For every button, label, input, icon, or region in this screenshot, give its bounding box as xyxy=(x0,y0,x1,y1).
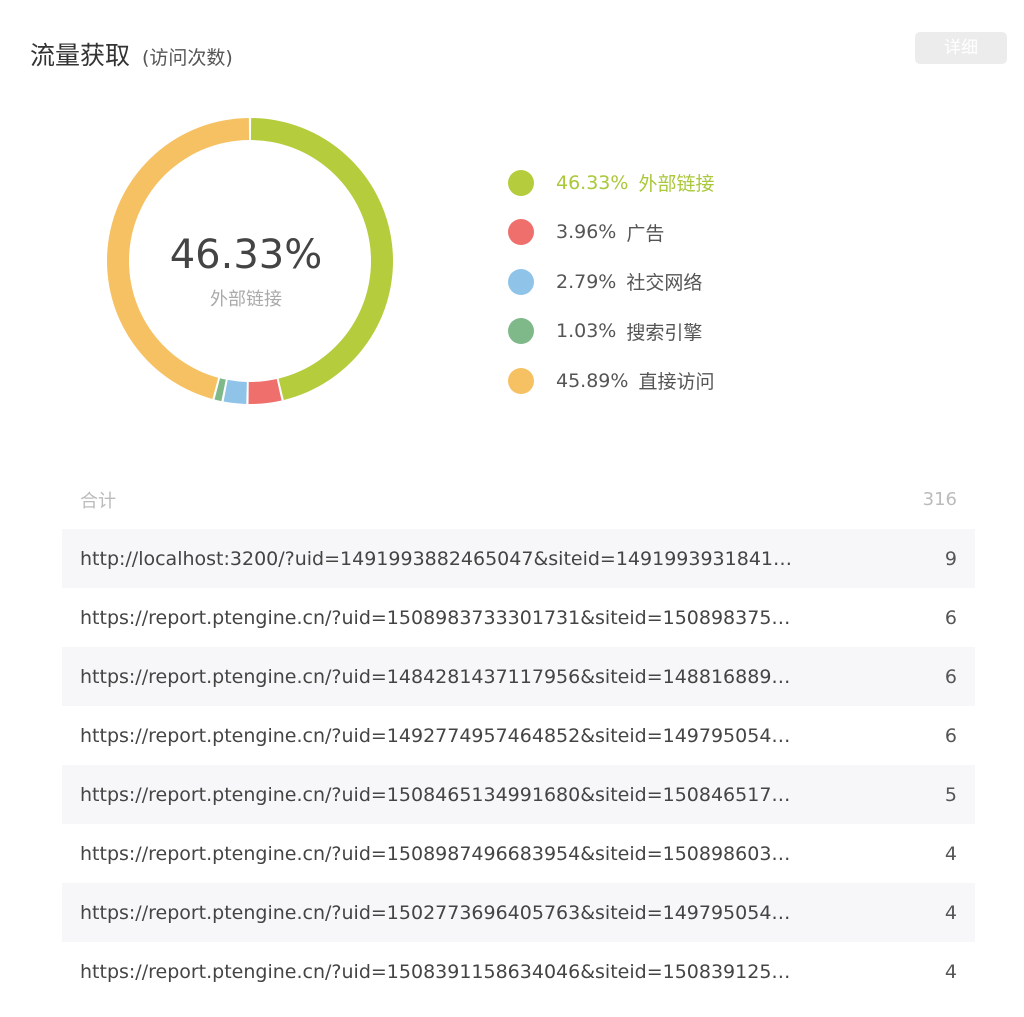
legend-item[interactable]: 1.03% 搜索引擎 xyxy=(508,307,714,357)
row-url[interactable]: https://report.ptengine.cn/?uid=15084651… xyxy=(80,784,800,806)
legend-item[interactable]: 2.79% 社交网络 xyxy=(508,257,714,307)
traffic-table: 合计 316 http://localhost:3200/?uid=149199… xyxy=(62,470,975,1001)
row-count: 5 xyxy=(944,783,957,806)
total-value: 316 xyxy=(922,489,957,510)
row-count: 6 xyxy=(944,724,957,747)
legend-percent: 45.89% xyxy=(556,369,629,392)
row-count: 4 xyxy=(944,901,957,924)
legend-dot xyxy=(508,219,534,246)
row-url[interactable]: https://report.ptengine.cn/?uid=15083911… xyxy=(80,961,800,983)
donut-center-label: 外部链接 xyxy=(210,289,282,310)
title-subtitle: (访问次数) xyxy=(141,47,233,69)
total-label: 合计 xyxy=(80,490,116,512)
total-row: 合计 316 xyxy=(62,470,975,529)
detail-button[interactable]: 详细 xyxy=(915,32,1007,64)
row-count: 6 xyxy=(944,665,957,688)
row-url[interactable]: http://localhost:3200/?uid=1491993882465… xyxy=(80,548,792,570)
table-row[interactable]: https://report.ptengine.cn/?uid=15027736… xyxy=(62,883,975,942)
table-row[interactable]: https://report.ptengine.cn/?uid=14842814… xyxy=(62,647,975,706)
row-count: 9 xyxy=(944,547,957,570)
table-row[interactable]: http://localhost:3200/?uid=1491993882465… xyxy=(62,529,975,588)
legend-percent: 1.03% xyxy=(556,320,617,343)
row-count: 6 xyxy=(944,606,957,629)
page-title: 流量获取 (访问次数) xyxy=(30,36,233,72)
legend-label: 广告 xyxy=(626,222,665,245)
legend-percent: 46.33% xyxy=(556,171,629,194)
legend-dot xyxy=(508,169,534,196)
legend-item[interactable]: 46.33% 外部链接 xyxy=(508,158,714,208)
row-url[interactable]: https://report.ptengine.cn/?uid=15089874… xyxy=(80,843,800,865)
legend-item[interactable]: 45.89% 直接访问 xyxy=(508,356,714,406)
row-count: 4 xyxy=(944,842,957,865)
legend-item[interactable]: 3.96% 广告 xyxy=(508,208,714,258)
donut-segment[interactable] xyxy=(223,379,247,404)
legend-percent: 2.79% xyxy=(556,270,617,293)
table-row[interactable]: https://report.ptengine.cn/?uid=15089837… xyxy=(62,588,975,647)
table-row[interactable]: https://report.ptengine.cn/?uid=14927749… xyxy=(62,706,975,765)
legend-label: 社交网络 xyxy=(626,272,703,295)
row-url[interactable]: https://report.ptengine.cn/?uid=15089837… xyxy=(80,607,800,629)
legend-dot xyxy=(508,318,534,345)
table-row[interactable]: https://report.ptengine.cn/?uid=15083911… xyxy=(62,942,975,1001)
donut-segment[interactable] xyxy=(248,379,282,404)
legend-label: 外部链接 xyxy=(638,173,715,196)
row-count: 4 xyxy=(944,960,957,983)
title-text: 流量获取 xyxy=(30,41,131,70)
row-url[interactable]: https://report.ptengine.cn/?uid=15027736… xyxy=(80,902,800,924)
legend-label: 搜索引擎 xyxy=(626,321,703,344)
row-url[interactable]: https://report.ptengine.cn/?uid=14927749… xyxy=(80,725,800,747)
chart-legend: 46.33% 外部链接 3.96% 广告 2.79% 社交网络 1.03% 搜索引擎 45.89… xyxy=(508,158,714,406)
legend-percent: 3.96% xyxy=(556,221,617,244)
donut-center-value: 46.33% xyxy=(169,232,323,278)
table-row[interactable]: https://report.ptengine.cn/?uid=15084651… xyxy=(62,765,975,824)
table-row[interactable]: https://report.ptengine.cn/?uid=15089874… xyxy=(62,824,975,883)
row-url[interactable]: https://report.ptengine.cn/?uid=14842814… xyxy=(80,666,800,688)
legend-dot xyxy=(508,367,534,394)
legend-dot xyxy=(508,268,534,295)
legend-label: 直接访问 xyxy=(638,371,715,394)
